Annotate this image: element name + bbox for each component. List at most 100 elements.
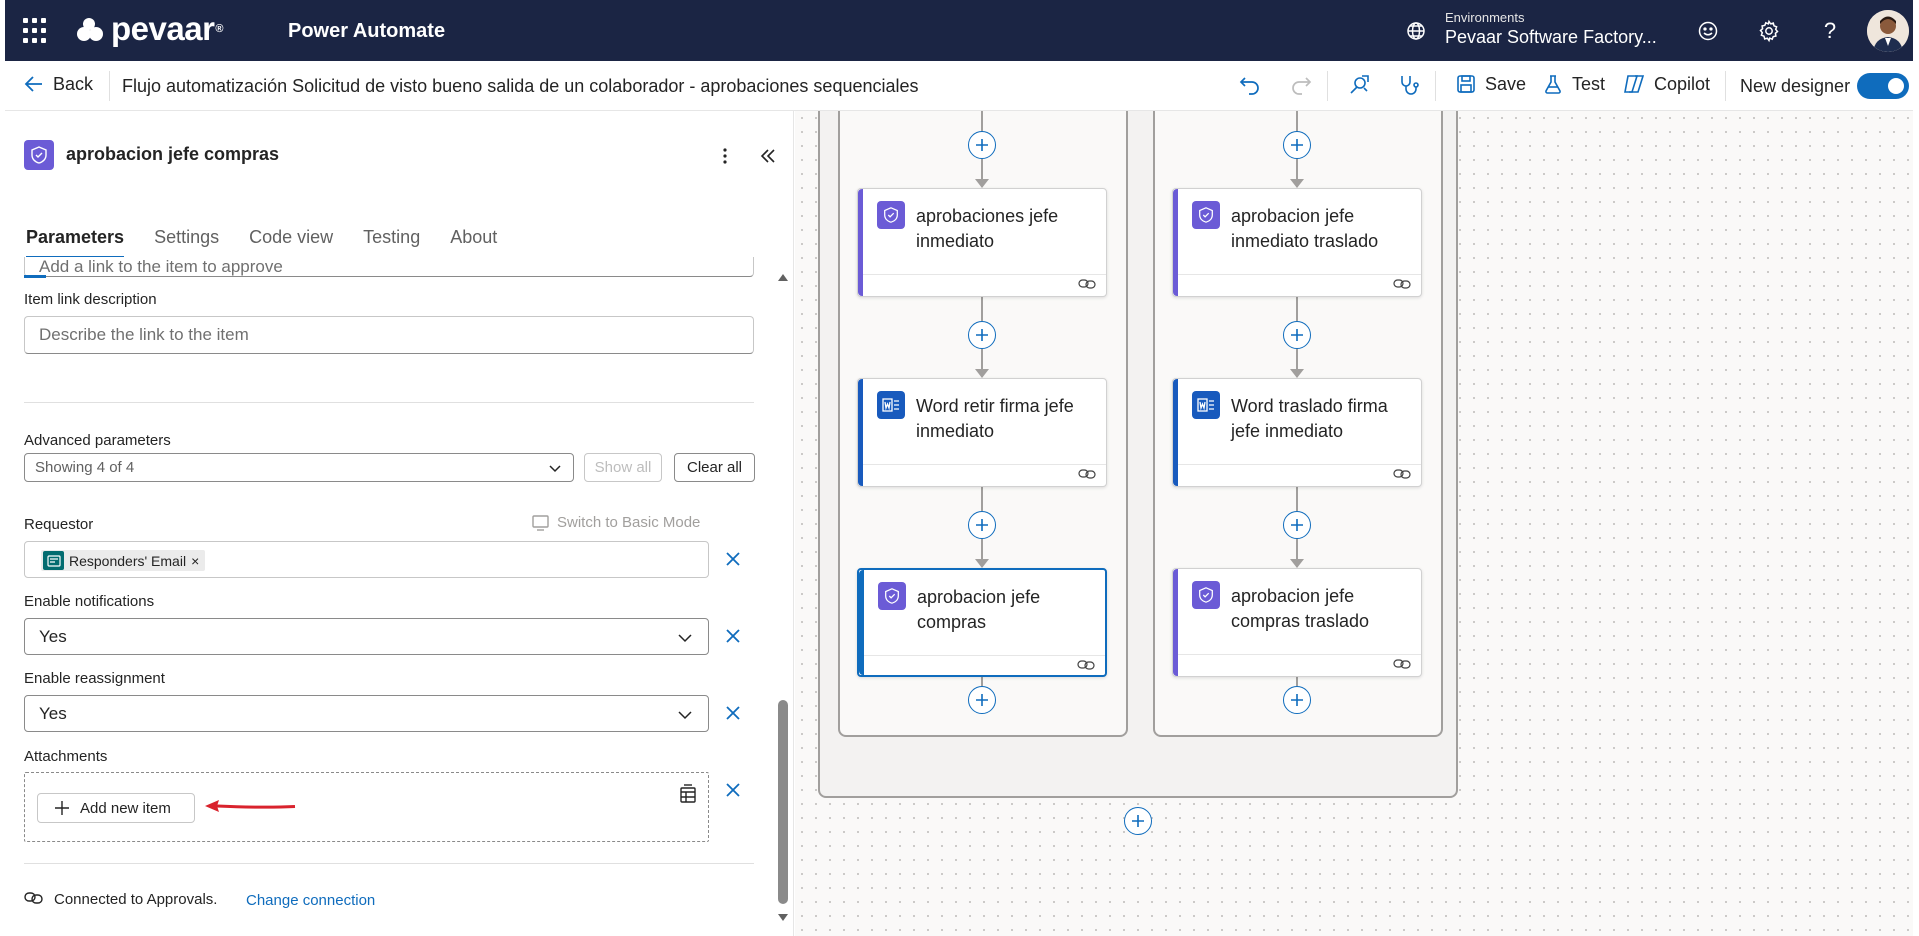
remove-notifications-icon[interactable] [719, 622, 747, 650]
panel-scrollbar-thumb[interactable] [778, 700, 788, 904]
connector-line [981, 296, 983, 321]
action-card[interactable]: aprobacion jefe inmediato traslado [1172, 188, 1422, 297]
show-all-button[interactable]: Show all [584, 453, 662, 482]
token-remove-icon[interactable]: × [191, 553, 199, 569]
insert-step-icon[interactable] [968, 686, 996, 714]
insert-step-icon[interactable] [1283, 511, 1311, 539]
responders-email-token[interactable]: Responders' Email × [41, 550, 206, 571]
avatar[interactable] [1867, 10, 1909, 52]
enable-reassignment-value: Yes [39, 703, 67, 723]
advanced-parameters-dropdown[interactable]: Showing 4 of 4 [24, 453, 574, 482]
add-new-item-button[interactable]: Add new item [37, 793, 195, 823]
action-card[interactable]: aprobacion jefe compras traslado [1172, 568, 1422, 677]
chevron-down-icon [678, 633, 692, 642]
save-icon [1457, 75, 1475, 93]
section-divider [24, 402, 754, 403]
clear-all-button[interactable]: Clear all [674, 453, 755, 482]
switch-input-mode-icon[interactable] [677, 783, 699, 805]
card-divider [1178, 274, 1421, 275]
insert-step-icon[interactable] [968, 131, 996, 159]
remove-requestor-icon[interactable] [719, 545, 747, 573]
insert-step-icon[interactable] [968, 321, 996, 349]
approval-icon [1192, 581, 1220, 609]
insert-step-icon[interactable] [1283, 686, 1311, 714]
link-icon [1393, 468, 1411, 480]
flow-canvas[interactable]: aprobaciones jefe inmediato Word retir f… [795, 111, 1913, 936]
insert-step-icon[interactable] [968, 511, 996, 539]
switch-basic-mode-button[interactable]: Switch to Basic Mode [531, 513, 700, 531]
insert-step-icon[interactable] [1283, 321, 1311, 349]
pevaar-logo[interactable]: pevaar ® [73, 10, 224, 48]
help-icon[interactable]: ? [1817, 18, 1843, 44]
insert-step-icon[interactable] [1124, 807, 1152, 835]
scroll-up-arrow[interactable] [778, 274, 788, 281]
connector-arrow [975, 559, 989, 568]
card-accent [859, 570, 864, 675]
connector-line [1296, 676, 1298, 686]
insert-step-icon[interactable] [1283, 131, 1311, 159]
tab-testing[interactable]: Testing [363, 227, 420, 259]
waffle-icon[interactable] [23, 18, 49, 44]
divider [1725, 71, 1726, 101]
link-icon [1078, 468, 1096, 480]
word-icon [1192, 391, 1220, 419]
word-icon [877, 391, 905, 419]
forms-icon [43, 551, 64, 570]
flow-checker-icon[interactable] [1347, 73, 1371, 97]
card-accent [858, 379, 863, 486]
smiley-icon[interactable] [1695, 18, 1721, 44]
remove-reassignment-icon[interactable] [719, 699, 747, 727]
card-divider [863, 274, 1106, 275]
logo-registered-mark: ® [215, 23, 224, 35]
app-title[interactable]: Power Automate [288, 20, 445, 43]
section-divider [24, 863, 754, 864]
card-accent [1173, 569, 1178, 676]
flask-icon [1545, 75, 1561, 94]
copilot-icon [1624, 75, 1645, 93]
save-button[interactable]: Save [1455, 73, 1526, 95]
enable-notifications-dropdown[interactable]: Yes [24, 618, 709, 655]
environment-icon[interactable] [1405, 20, 1427, 42]
card-accent [1173, 379, 1178, 486]
remove-attachments-icon[interactable] [719, 776, 747, 804]
more-options-icon[interactable] [714, 145, 736, 167]
card-accent [1173, 189, 1178, 296]
arrow-left-icon [24, 76, 42, 92]
action-card-selected[interactable]: aprobacion jefe compras [857, 568, 1107, 677]
focus-indicator [24, 275, 46, 278]
card-divider [1178, 464, 1421, 465]
item-link-description-input[interactable]: Describe the link to the item [24, 316, 754, 354]
connector-arrow [1290, 369, 1304, 378]
card-title: aprobaciones jefe inmediato [916, 206, 1059, 251]
stethoscope-icon[interactable] [1397, 73, 1421, 97]
tab-parameters[interactable]: Parameters [26, 227, 125, 259]
redo-icon[interactable] [1289, 73, 1313, 97]
undo-icon[interactable] [1238, 73, 1262, 97]
attachments-label: Attachments [24, 748, 108, 765]
flow-title[interactable]: Flujo automatización Solicitud de visto … [122, 76, 919, 97]
action-card[interactable]: Word retir firma jefe inmediato [857, 378, 1107, 487]
copilot-button[interactable]: Copilot [1622, 73, 1710, 95]
test-button[interactable]: Test [1542, 73, 1605, 95]
gear-icon[interactable] [1756, 18, 1782, 44]
collapse-panel-icon[interactable] [757, 145, 779, 167]
new-designer-toggle[interactable] [1857, 73, 1909, 99]
environment-selector[interactable]: Pevaar Software Factory... [1445, 27, 1657, 48]
tab-about[interactable]: About [450, 227, 497, 259]
tab-settings[interactable]: Settings [154, 227, 219, 259]
card-title: aprobacion jefe inmediato traslado [1231, 206, 1379, 251]
advanced-parameters-label: Advanced parameters [24, 432, 171, 449]
attachments-array-editor: Add new item [24, 772, 709, 842]
back-button[interactable]: Back [23, 73, 93, 95]
tab-code-view[interactable]: Code view [249, 227, 333, 259]
action-card[interactable]: aprobaciones jefe inmediato [857, 188, 1107, 297]
approval-icon [878, 582, 906, 610]
requestor-input[interactable]: Responders' Email × [24, 541, 709, 578]
scroll-down-arrow[interactable] [778, 914, 788, 921]
item-link-input[interactable]: Add a link to the item to approve [24, 257, 754, 277]
enable-reassignment-dropdown[interactable]: Yes [24, 695, 709, 732]
top-navigation-bar: pevaar ® Power Automate Environments Peva… [5, 0, 1913, 61]
action-card[interactable]: Word traslado firma jefe inmediato [1172, 378, 1422, 487]
approval-action-icon [24, 140, 54, 170]
change-connection-link[interactable]: Change connection [246, 892, 375, 909]
